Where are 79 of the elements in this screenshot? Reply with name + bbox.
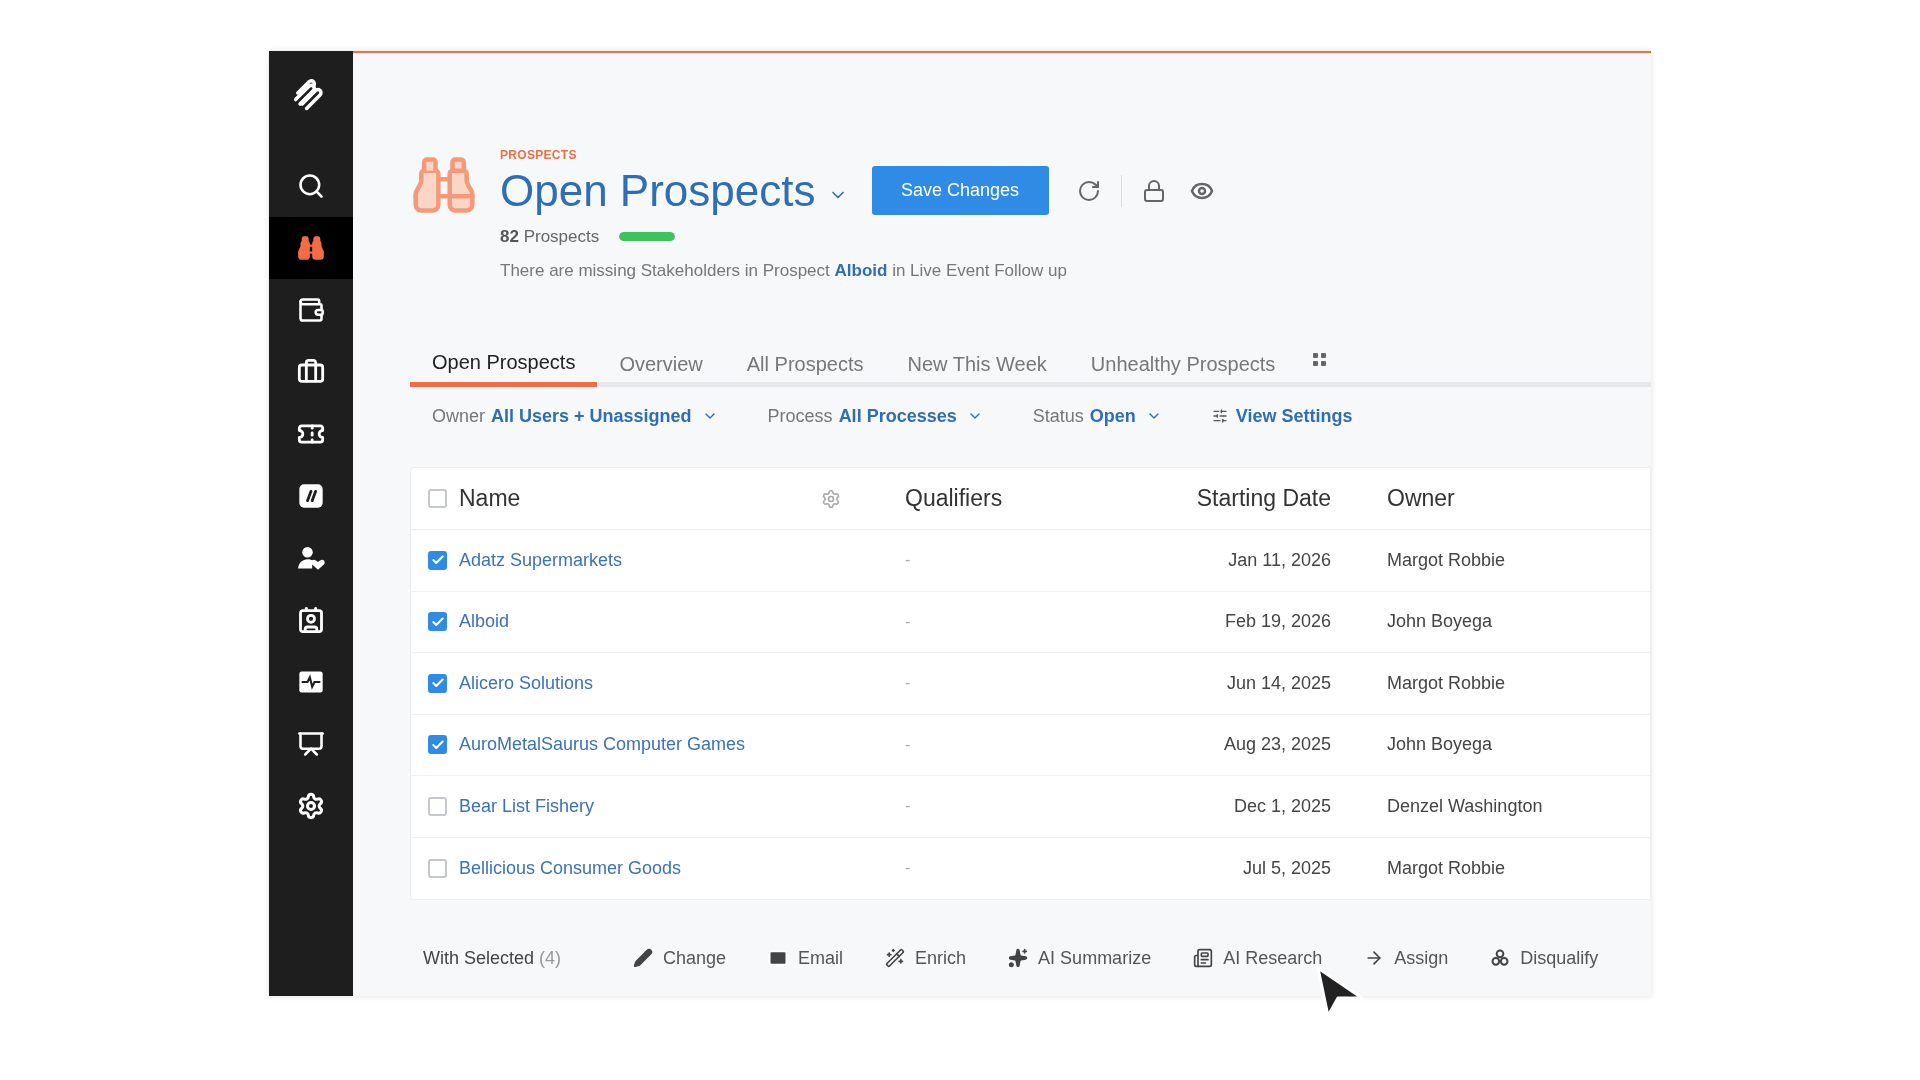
chart-screen-icon[interactable]	[297, 730, 325, 758]
filter-dropdown[interactable]: Status Open	[1032, 402, 1162, 430]
missing-stakeholders-message: There are missing Stakeholders in Prospect Alboid in Live Event Follow up	[500, 259, 1068, 282]
checkbox[interactable]	[428, 858, 447, 878]
user-heart-icon[interactable]	[297, 544, 325, 572]
three-circles-icon	[1490, 948, 1511, 968]
table-cell-text: -	[904, 734, 912, 755]
view-settings-button[interactable]: View Settings	[1211, 402, 1353, 430]
wand-icon	[885, 948, 906, 968]
settings-icon[interactable]	[297, 792, 325, 820]
sliders-icon	[1211, 408, 1228, 424]
bulk-action-button[interactable]: Enrich	[885, 944, 967, 972]
table-cell-text: Jun 14, 2025	[1225, 671, 1332, 695]
binoculars-icon[interactable]	[297, 234, 325, 262]
search-icon[interactable]	[297, 172, 325, 200]
checkbox[interactable]	[428, 489, 447, 508]
filter-dropdown[interactable]: Process All Processes	[767, 402, 983, 430]
bulk-action-button[interactable]: Assign	[1364, 944, 1449, 972]
bulk-action-button[interactable]: Email	[768, 944, 844, 972]
checkbox[interactable]	[428, 673, 447, 693]
tab[interactable]: New This Week	[885, 341, 1069, 387]
checkbox[interactable]	[428, 612, 447, 632]
refresh-icon[interactable]	[1076, 178, 1101, 203]
prospect-name-link[interactable]: Bear List Fishery	[459, 792, 595, 820]
table-cell-text: Margot Robbie	[1386, 548, 1507, 572]
column-header: Qualifiers	[904, 484, 1004, 514]
table-cell-text: Jul 5, 2025	[1241, 856, 1332, 880]
slashes-icon[interactable]	[297, 482, 325, 510]
checkbox[interactable]	[428, 550, 447, 570]
page-title: Open Prospects	[500, 165, 816, 217]
table-cell-text: John Boyega	[1386, 610, 1494, 634]
prospect-count: 82 Prospects	[500, 226, 600, 248]
selection-count: With Selected (4)	[423, 946, 563, 970]
section-label: PROSPECTS	[500, 149, 578, 161]
lock-icon[interactable]	[1141, 178, 1166, 203]
grid-icon[interactable]	[1313, 353, 1328, 367]
filter-dropdown[interactable]: Owner All Users + Unassigned	[432, 402, 718, 430]
tab[interactable]: Open Prospects	[410, 341, 598, 387]
table-cell-text: -	[904, 673, 912, 694]
sparkles-icon	[1008, 948, 1029, 968]
prospect-name-link[interactable]: Alboid	[459, 608, 510, 636]
tab[interactable]: All Prospects	[724, 341, 886, 387]
checkbox[interactable]	[428, 796, 447, 816]
check-icon	[430, 614, 445, 629]
bulk-action-button[interactable]: AI Research	[1193, 944, 1323, 972]
prospect-name-link[interactable]: AuroMetalSaurus Computer Games	[459, 731, 746, 759]
table-cell-text: -	[904, 550, 912, 571]
column-header: Starting Date	[1195, 484, 1332, 514]
column-header: Owner	[1386, 484, 1456, 514]
contact-book-icon[interactable]	[297, 606, 325, 634]
table-cell-text: -	[904, 611, 912, 632]
pencil-icon	[633, 948, 653, 968]
table-cell-text: Feb 19, 2026	[1223, 610, 1332, 634]
table-cell-text: Dec 1, 2025	[1232, 794, 1332, 818]
tab[interactable]: Unhealthy Prospects	[1068, 341, 1298, 387]
table-cell-text: Margot Robbie	[1386, 671, 1507, 695]
bulk-action-button[interactable]: Disqualify	[1490, 944, 1599, 972]
checkbox[interactable]	[428, 735, 447, 755]
sidebar-item[interactable]	[269, 217, 353, 279]
table-cell-text: Denzel Washington	[1386, 794, 1544, 818]
table-cell-text: Margot Robbie	[1386, 856, 1507, 880]
bulk-action-button[interactable]: AI Summarize	[1008, 944, 1152, 972]
column-header: Name	[459, 484, 521, 514]
table-cell-text: -	[904, 858, 912, 879]
table-cell-text: John Boyega	[1386, 733, 1494, 757]
briefcase-icon[interactable]	[297, 358, 325, 386]
prospect-name-link[interactable]: Alicero Solutions	[459, 669, 594, 697]
save-changes-button[interactable]: Save Changes	[871, 166, 1049, 215]
tab[interactable]: Overview	[597, 341, 725, 387]
check-icon	[430, 737, 445, 752]
wallet-icon[interactable]	[297, 296, 325, 324]
prospect-name-link[interactable]: Adatz Supermarkets	[459, 546, 623, 574]
bulk-action-button[interactable]: Change	[633, 944, 727, 972]
table-cell-text: Jan 11, 2026	[1227, 548, 1332, 572]
prospect-name-link[interactable]: Bellicious Consumer Goods	[459, 854, 682, 882]
newspaper-icon	[1193, 948, 1214, 968]
prospect-link[interactable]: Alboid	[834, 260, 888, 280]
table-cell-text: Aug 23, 2025	[1222, 733, 1332, 757]
table-cell-text: -	[904, 796, 912, 817]
